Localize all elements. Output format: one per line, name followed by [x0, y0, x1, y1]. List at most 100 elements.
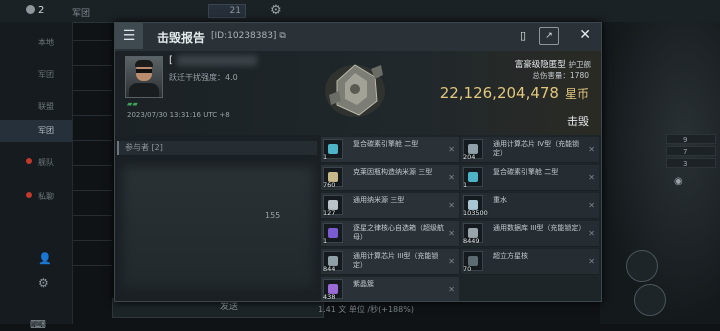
item-quantity: 204: [463, 153, 476, 161]
item-quantity: 760: [323, 181, 336, 189]
overview-row[interactable]: 3: [666, 158, 716, 168]
destroyed-icon: ✕: [588, 229, 595, 238]
player-count[interactable]: 2: [26, 5, 44, 16]
bottom-status: 1.41 文 单位 /秒(+188%): [318, 305, 414, 314]
item-quantity: 438: [323, 293, 336, 301]
destroyed-icon: ✕: [448, 145, 455, 154]
item-name: 超立方星核: [493, 252, 528, 260]
sidebar-item[interactable]: 军团: [0, 64, 72, 86]
item-row[interactable]: 103500 重水 ✕: [461, 193, 599, 219]
player-count-value: 2: [38, 5, 45, 16]
item-row[interactable]: 1 逐星之律核心自选箱（超级航母） ✕: [321, 221, 459, 247]
item-name: 通用纳米源 三型: [353, 196, 405, 204]
participants-panel: 参与者 [2] 155: [115, 135, 321, 301]
isk-unit: 星币: [564, 87, 589, 101]
item-row[interactable]: 760 克莱因瓶构造纳米源 三型 ✕: [321, 165, 459, 191]
top-bar: 2 军团 21 ⚙: [0, 0, 720, 23]
victim-name-redacted: [177, 55, 257, 66]
damage-label: 总伤害量：: [532, 71, 570, 80]
item-name: 重水: [493, 196, 507, 204]
destroyed-icon: ✕: [588, 145, 595, 154]
unread-count: 21: [208, 4, 246, 18]
kill-status: 击毁: [567, 115, 589, 128]
chat-sidebar: 本地 军团 联盟 军团 舰队 私聊 👤 ⚙ ⌨: [0, 22, 73, 331]
contacts-icon[interactable]: 👤: [38, 252, 52, 265]
sidebar-item[interactable]: 本地: [0, 32, 72, 54]
victim-name[interactable]: [: [169, 55, 173, 66]
item-quantity: 1: [323, 237, 328, 245]
item-grid: 1 复合碳素引擎舱 二型 ✕ 204 通用计算芯片 IV型（充能锁定） ✕ 760 克莱因瓶构…: [321, 135, 601, 301]
destroyed-icon: ✕: [448, 229, 455, 238]
destroyed-icon: ✕: [448, 285, 455, 294]
item-name: 紫晶簇: [353, 280, 374, 288]
item-quantity: 103500: [463, 209, 488, 217]
notification-dot: [26, 192, 32, 198]
title-bar: ☰ 击毁报告 [ID:10238383] ⧉ ▯ ↗ ✕: [115, 23, 601, 52]
victim-portrait[interactable]: [125, 56, 163, 98]
item-row[interactable]: 127 通用纳米源 三型 ✕: [321, 193, 459, 219]
person-icon: [26, 5, 35, 14]
item-row[interactable]: 204 通用计算芯片 IV型（充能锁定） ✕: [461, 137, 599, 163]
isk-amount: 22,126,204,478: [439, 84, 559, 102]
participants-header[interactable]: 参与者 [2]: [117, 141, 317, 155]
clipboard-icon[interactable]: ▯: [513, 27, 533, 45]
item-row[interactable]: 1 复合碳素引擎舱 二型 ✕: [321, 137, 459, 163]
copy-icon[interactable]: ⧉: [276, 31, 285, 41]
item-quantity: 844: [323, 265, 336, 273]
item-quantity: 1: [323, 153, 328, 161]
settings-icon[interactable]: ⚙: [38, 276, 49, 290]
ship-class-sub: 护卫舰: [568, 60, 592, 69]
kill-report-window: ☰ 击毁报告 [ID:10238383] ⧉ ▯ ↗ ✕ [ 跃迁干扰强度：4.…: [114, 22, 602, 302]
report-id[interactable]: [ID:10238383] ⧉: [211, 31, 286, 41]
action-button[interactable]: [634, 284, 666, 316]
gear-icon[interactable]: ⚙: [270, 3, 282, 18]
item-name: 复合碳素引擎舱 二型: [353, 140, 419, 148]
destroyed-icon: ✕: [448, 257, 455, 266]
destroyed-icon: ✕: [448, 173, 455, 182]
warp-strength: 跃迁干扰强度：4.0: [169, 73, 238, 82]
total-damage: 总伤害量：1780: [532, 70, 589, 81]
participant-value: 155: [265, 211, 281, 220]
menu-icon[interactable]: ☰: [115, 23, 143, 49]
destroyed-icon: ✕: [588, 201, 595, 210]
item-name: 通用计算芯片 IV型（充能锁定）: [493, 140, 580, 157]
destroyed-icon: ✕: [448, 201, 455, 210]
report-title: 击毁报告: [157, 31, 206, 45]
chat-log: [72, 40, 112, 310]
item-quantity: 8449: [463, 237, 480, 245]
item-row[interactable]: 1 复合碳素引擎舱 二型 ✕: [461, 165, 599, 191]
item-quantity: 1: [463, 181, 468, 189]
share-icon[interactable]: ↗: [539, 27, 559, 45]
action-button[interactable]: [626, 250, 658, 282]
sidebar-item[interactable]: 军团: [0, 120, 72, 142]
sidebar-item[interactable]: 私聊: [0, 186, 72, 208]
overview-row[interactable]: 9: [666, 134, 716, 144]
keyboard-icon[interactable]: ⌨: [30, 318, 46, 331]
item-row[interactable]: 70 超立方星核 ✕: [461, 249, 599, 275]
participants-list-redacted: [123, 167, 313, 287]
victim-corp: ▰▰: [127, 100, 138, 108]
destroyed-icon: ✕: [588, 173, 595, 182]
item-name: 克莱因瓶构造纳米源 三型: [353, 168, 433, 176]
isk-value: 22,126,204,478 星币: [440, 84, 589, 102]
item-row[interactable]: 8449 通用数据库 III型（充能锁定） ✕: [461, 221, 599, 247]
sidebar-item[interactable]: 联盟: [0, 96, 72, 118]
victim-panel: [ 跃迁干扰强度：4.0 ▰▰ 2023/07/30 13:31:16 UTC …: [115, 51, 601, 135]
item-row[interactable]: 844 通用计算芯片 III型（充能锁定） ✕: [321, 249, 459, 275]
item-quantity: 70: [463, 265, 472, 273]
channel-name[interactable]: 军团: [72, 6, 90, 19]
damage-value: 1780: [569, 71, 589, 80]
item-row[interactable]: 438 紫晶簇 ✕: [321, 277, 459, 301]
item-name: 逐星之律核心自选箱（超级航母）: [353, 224, 444, 241]
kill-time: 2023/07/30 13:31:16 UTC +8: [127, 111, 230, 119]
ship-class-name: 富豪级隐匿型: [514, 60, 566, 70]
report-id-text: [ID:10238383]: [211, 31, 277, 41]
overview-row[interactable]: 7: [666, 146, 716, 156]
ship-icon[interactable]: [315, 51, 395, 131]
close-icon[interactable]: ✕: [579, 27, 591, 43]
notification-dot: [26, 158, 32, 164]
destroyed-icon: ✕: [588, 257, 595, 266]
eye-icon[interactable]: ◉: [674, 176, 683, 187]
item-quantity: 127: [323, 209, 336, 217]
sidebar-item[interactable]: 舰队: [0, 152, 72, 174]
